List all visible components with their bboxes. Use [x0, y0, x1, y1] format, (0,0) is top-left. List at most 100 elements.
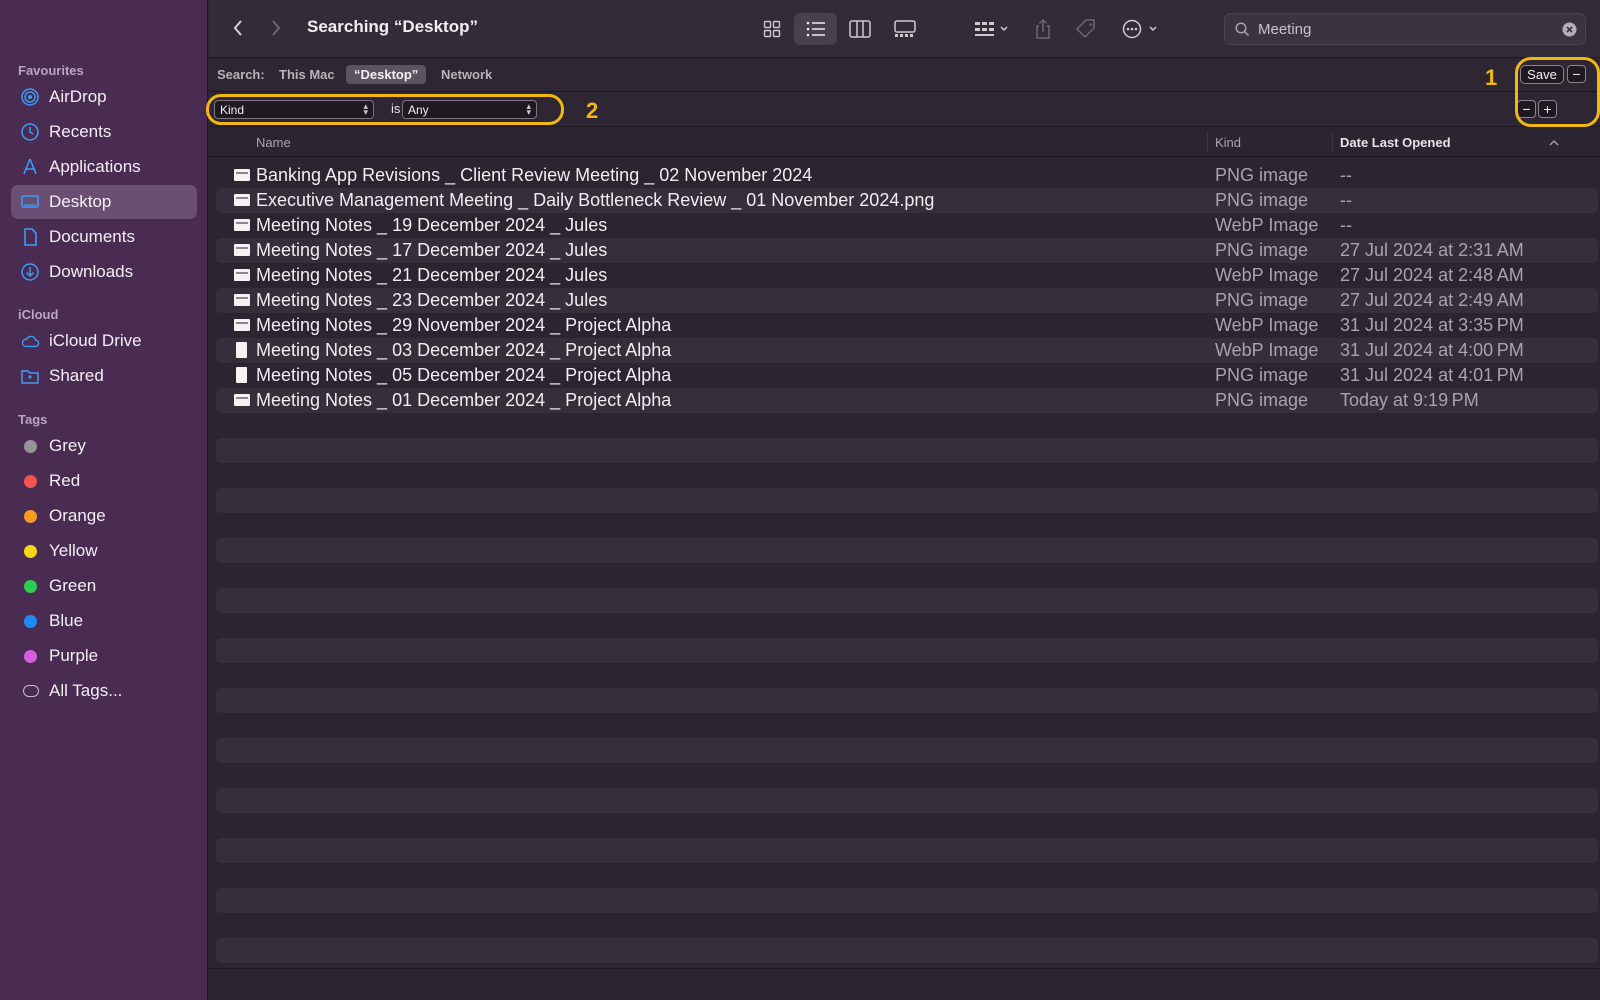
list-view-icon: [806, 21, 825, 37]
sidebar-item-desktop[interactable]: Desktop: [11, 185, 197, 219]
main-pane: Searching “Desktop” Meeting Search: This…: [206, 0, 1600, 1000]
sidebar-item-documents[interactable]: Documents: [11, 220, 197, 254]
sidebar-item-label: iCloud Drive: [49, 331, 142, 350]
sidebar-item-label: All Tags...: [49, 681, 123, 700]
clock-icon: [20, 122, 40, 142]
sidebar-tag-green[interactable]: Green: [11, 569, 197, 603]
file-kind: WebP Image: [1215, 315, 1319, 335]
column-separator: [1332, 132, 1333, 152]
back-button[interactable]: [226, 16, 250, 40]
column-view-button[interactable]: [845, 13, 875, 45]
sidebar-item-applications[interactable]: Applications: [11, 150, 197, 184]
search-input[interactable]: [1258, 20, 1548, 38]
sidebar-item-airdrop[interactable]: AirDrop: [11, 80, 197, 114]
share-icon: [1036, 18, 1050, 39]
column-kind-header[interactable]: Kind: [1215, 135, 1241, 150]
search-icon: [1235, 21, 1250, 36]
tag-dot-icon: [24, 544, 37, 558]
annotation-number-2: 2: [586, 98, 599, 123]
sidebar-item-label: Yellow: [49, 541, 98, 560]
gallery-view-button[interactable]: [889, 13, 921, 45]
file-kind: PNG image: [1215, 290, 1309, 310]
sidebar-tag-orange[interactable]: Orange: [11, 499, 197, 533]
sidebar-tag-all-tags[interactable]: All Tags...: [11, 674, 197, 708]
file-row[interactable]: Meeting Notes _ 21 December 2024 _ Jules…: [216, 263, 1598, 288]
empty-row-stripe: [216, 638, 1598, 663]
empty-row-stripe: [216, 588, 1598, 613]
sidebar-item-label: Desktop: [49, 192, 112, 211]
file-row[interactable]: Banking App Revisions _ Client Review Me…: [216, 163, 1598, 188]
share-button[interactable]: [1031, 13, 1055, 45]
desktop-icon: [20, 192, 40, 212]
image-file-icon: [234, 319, 250, 331]
sidebar-item-label: Documents: [49, 227, 135, 246]
search-field[interactable]: [1224, 13, 1586, 45]
sidebar-item-label: Applications: [49, 157, 141, 176]
search-scope-bar: Search: This Mac “Desktop” Network Save …: [209, 58, 1600, 92]
cloud-icon: [20, 331, 40, 351]
tag-dot-icon: [24, 474, 37, 488]
image-file-icon: [234, 244, 250, 256]
file-row[interactable]: Meeting Notes _ 19 December 2024 _ Jules…: [216, 213, 1598, 238]
file-date-opened: Today at 9:19 PM: [1340, 390, 1479, 410]
empty-row-stripe: [216, 938, 1598, 963]
file-name: Banking App Revisions _ Client Review Me…: [256, 165, 813, 185]
tag-dot-icon: [24, 649, 37, 663]
sidebar-tag-yellow[interactable]: Yellow: [11, 534, 197, 568]
file-row[interactable]: Meeting Notes _ 05 December 2024 _ Proje…: [216, 363, 1598, 388]
file-name: Meeting Notes _ 17 December 2024 _ Jules: [256, 240, 608, 260]
file-row[interactable]: Meeting Notes _ 23 December 2024 _ Jules…: [216, 288, 1598, 313]
image-file-icon: [234, 219, 250, 231]
file-date-opened: 27 Jul 2024 at 2:48 AM: [1340, 265, 1524, 285]
list-view-button[interactable]: [794, 13, 837, 45]
tag-button[interactable]: [1073, 13, 1099, 45]
sidebar-tag-grey[interactable]: Grey: [11, 429, 197, 463]
file-row[interactable]: Executive Management Meeting _ Daily Bot…: [216, 188, 1598, 213]
annotation-number-1: 1: [1485, 65, 1498, 90]
file-row[interactable]: Meeting Notes _ 29 November 2024 _ Proje…: [216, 313, 1598, 338]
column-separator: [1207, 132, 1208, 152]
annotation-oval-1: [1515, 57, 1600, 127]
scope-network[interactable]: Network: [433, 65, 500, 84]
file-row[interactable]: Meeting Notes _ 17 December 2024 _ Jules…: [216, 238, 1598, 263]
download-icon: [20, 262, 40, 282]
file-kind: PNG image: [1215, 240, 1309, 260]
forward-button[interactable]: [264, 16, 288, 40]
column-name-header[interactable]: Name: [256, 135, 291, 150]
more-button[interactable]: [1119, 13, 1163, 45]
sidebar-item-downloads[interactable]: Downloads: [11, 255, 197, 289]
sidebar-item-icloud-drive[interactable]: iCloud Drive: [11, 324, 197, 358]
clear-search-button[interactable]: [1562, 22, 1577, 42]
image-file-icon: [234, 169, 250, 181]
file-row[interactable]: Meeting Notes _ 01 December 2024 _ Proje…: [216, 388, 1598, 413]
sort-ascending-icon: [1549, 140, 1559, 146]
file-date-opened: 31 Jul 2024 at 4:00 PM: [1340, 340, 1524, 360]
image-file-icon: [234, 269, 250, 281]
group-button[interactable]: [969, 13, 1015, 45]
applications-icon: [20, 157, 40, 177]
sidebar-item-recents[interactable]: Recents: [11, 115, 197, 149]
file-date-opened: --: [1340, 165, 1352, 185]
tag-dot-icon: [24, 614, 37, 628]
airdrop-icon: [20, 87, 40, 107]
icon-view-button[interactable]: [757, 13, 787, 45]
sidebar-item-label: Grey: [49, 436, 86, 455]
scope-this-mac[interactable]: This Mac: [271, 65, 343, 84]
file-date-opened: 27 Jul 2024 at 2:49 AM: [1340, 290, 1524, 310]
file-name: Meeting Notes _ 29 November 2024 _ Proje…: [256, 315, 672, 335]
scope-desktop[interactable]: “Desktop”: [346, 65, 427, 84]
file-row[interactable]: Meeting Notes _ 03 December 2024 _ Proje…: [216, 338, 1598, 363]
sidebar-item-shared[interactable]: Shared: [11, 359, 197, 393]
file-date-opened: --: [1340, 215, 1352, 235]
sidebar-tag-red[interactable]: Red: [11, 464, 197, 498]
all-tags-icon: [23, 685, 39, 697]
favourites-header: Favourites: [18, 63, 84, 78]
window-title: Searching “Desktop”: [307, 17, 478, 36]
image-file-icon: [234, 194, 250, 206]
document-icon: [20, 227, 40, 247]
gallery-view-icon: [894, 20, 916, 37]
sidebar-tag-purple[interactable]: Purple: [11, 639, 197, 673]
file-kind: WebP Image: [1215, 215, 1319, 235]
sidebar-tag-blue[interactable]: Blue: [11, 604, 197, 638]
column-date-header[interactable]: Date Last Opened: [1340, 135, 1451, 150]
